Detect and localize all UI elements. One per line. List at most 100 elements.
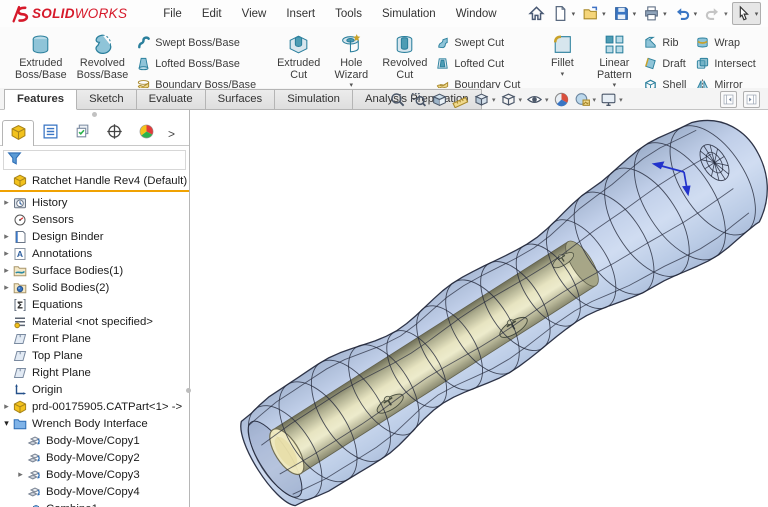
tree-item-right-plane[interactable]: Right Plane xyxy=(0,364,189,381)
tree-item-history[interactable]: ▸ History xyxy=(0,194,189,211)
zoom-to-area-button[interactable] xyxy=(409,90,428,109)
tree-item-equations[interactable]: Σ Equations xyxy=(0,296,189,313)
menu-item-view[interactable]: View xyxy=(232,4,277,24)
redo-button[interactable]: ▾ xyxy=(701,2,731,25)
tab-simulation[interactable]: Simulation xyxy=(275,89,353,110)
linear-pattern-button[interactable]: Linear Pattern ▾ xyxy=(588,30,640,89)
expand-toggle-icon[interactable]: ▸ xyxy=(0,401,13,412)
lofted-boss-base-button[interactable]: Lofted Boss/Base xyxy=(133,53,262,74)
ratchet-handle-3d-model[interactable] xyxy=(190,110,768,507)
dropdown-arrow-icon[interactable]: ▾ xyxy=(755,10,759,18)
revolved-boss-base-button[interactable]: Revolved Boss/Base xyxy=(72,30,134,86)
undo-button[interactable]: ▾ xyxy=(671,2,701,25)
tree-item-body-move-copy3[interactable]: ▸ Body-Move/Copy3 xyxy=(0,466,189,483)
view-orientation-button[interactable]: ▾ xyxy=(472,90,497,109)
dropdown-arrow-icon[interactable]: ▾ xyxy=(633,10,637,18)
display-style-button[interactable]: ▾ xyxy=(499,90,524,109)
tree-item-prd-00175905-catpart-1[interactable]: ▸ prd-00175905.CATPart<1> -> xyxy=(0,398,189,415)
tree-filter-input[interactable] xyxy=(3,150,186,170)
revolved-cut-button[interactable]: Revolved Cut xyxy=(377,30,432,86)
extruded-cut-button[interactable]: Extruded Cut xyxy=(272,30,325,86)
expand-toggle-icon[interactable]: ▸ xyxy=(0,248,13,259)
expand-toggle-icon[interactable]: ▸ xyxy=(0,282,13,293)
draft-button[interactable]: Draft xyxy=(640,53,692,74)
dropdown-arrow-icon[interactable]: ▾ xyxy=(724,10,728,18)
swept-cut-button[interactable]: Swept Cut xyxy=(432,32,526,53)
dropdown-arrow-icon[interactable]: ▾ xyxy=(593,96,597,104)
view-settings-button[interactable]: ▾ xyxy=(599,90,624,109)
dropdown-arrow-icon[interactable]: ▾ xyxy=(545,96,549,104)
rebuild-traffic-light-button[interactable] xyxy=(762,2,768,25)
wrap-button[interactable]: Wrap xyxy=(692,32,761,53)
panel-tab-configuration-manager[interactable] xyxy=(66,119,98,145)
edit-appearance-button[interactable] xyxy=(552,90,571,109)
tab-sketch[interactable]: Sketch xyxy=(77,89,137,110)
tree-item-body-move-copy2[interactable]: Body-Move/Copy2 xyxy=(0,449,189,466)
tab-evaluate[interactable]: Evaluate xyxy=(136,89,206,110)
panel-splitter-grip[interactable] xyxy=(186,388,191,393)
dropdown-arrow-icon[interactable]: ▾ xyxy=(519,96,523,104)
tree-item-annotations[interactable]: ▸ A Annotations xyxy=(0,245,189,262)
tab-features[interactable]: Features xyxy=(4,89,78,110)
panel-tab-featuremanager-design-tree[interactable] xyxy=(2,120,34,146)
zoom-to-fit-button[interactable] xyxy=(388,90,407,109)
section-view-button[interactable] xyxy=(430,90,449,109)
tab-surfaces[interactable]: Surfaces xyxy=(205,89,276,110)
tree-item-origin[interactable]: Origin xyxy=(0,381,189,398)
tree-item-solid-bodies-2[interactable]: ▸ Solid Bodies(2) xyxy=(0,279,189,296)
tree-item-material-not-specified[interactable]: Material <not specified> xyxy=(0,313,189,330)
tree-item-body-move-copy4[interactable]: Body-Move/Copy4 xyxy=(0,483,189,500)
hole-wizard-button[interactable]: Hole Wizard ▾ xyxy=(325,30,377,89)
home-button[interactable] xyxy=(525,2,548,25)
expand-toggle-icon[interactable]: ▸ xyxy=(14,469,27,480)
tree-item-sensors[interactable]: Sensors xyxy=(0,211,189,228)
expand-toggle-icon[interactable]: ▾ xyxy=(0,418,13,429)
panel-top-splitter-grip[interactable] xyxy=(92,112,97,117)
menu-item-tools[interactable]: Tools xyxy=(325,4,372,24)
expand-toggle-icon[interactable]: ▸ xyxy=(0,231,13,242)
swept-boss-base-button[interactable]: Swept Boss/Base xyxy=(133,32,262,53)
menu-item-simulation[interactable]: Simulation xyxy=(372,4,446,24)
tree-item-design-binder[interactable]: ▸ Design Binder xyxy=(0,228,189,245)
dropdown-arrow-icon[interactable]: ▾ xyxy=(663,10,667,18)
select-button[interactable]: ▾ xyxy=(731,2,762,25)
dropdown-arrow-icon[interactable]: ▾ xyxy=(694,10,698,18)
print-button[interactable]: ▾ xyxy=(640,2,670,25)
extruded-boss-base-button[interactable]: Extruded Boss/Base xyxy=(10,30,72,86)
menu-item-edit[interactable]: Edit xyxy=(192,4,232,24)
panel-tab-display-manager[interactable] xyxy=(130,119,162,145)
intersect-button[interactable]: Intersect xyxy=(692,53,761,74)
tree-item-surface-bodies-1[interactable]: ▸ Surface Bodies(1) xyxy=(0,262,189,279)
dropdown-arrow-icon[interactable]: ▾ xyxy=(561,71,565,78)
lofted-cut-button[interactable]: Lofted Cut xyxy=(432,53,526,74)
dropdown-arrow-icon[interactable]: ▾ xyxy=(602,10,606,18)
open-button[interactable]: ▾ xyxy=(579,2,609,25)
menu-item-file[interactable]: File xyxy=(153,4,192,24)
collapse-right-button[interactable] xyxy=(743,91,760,108)
dynamic-annotation-views-button[interactable] xyxy=(451,90,470,109)
tree-item-combine1[interactable]: Combine1 xyxy=(0,500,189,507)
menu-item-insert[interactable]: Insert xyxy=(276,4,325,24)
dropdown-arrow-icon[interactable]: ▾ xyxy=(572,10,576,18)
dropdown-arrow-icon[interactable]: ▾ xyxy=(492,96,496,104)
panel-tab-property-manager[interactable] xyxy=(34,119,66,145)
dropdown-arrow-icon[interactable]: ▾ xyxy=(619,96,623,104)
tree-item-top-plane[interactable]: Top Plane xyxy=(0,347,189,364)
panel-tab-dimxpert-manager[interactable] xyxy=(98,119,130,145)
tree-item-wrench-body-interface[interactable]: ▾ Wrench Body Interface xyxy=(0,415,189,432)
expand-toggle-icon[interactable]: ▸ xyxy=(0,197,13,208)
tree-item-body-move-copy1[interactable]: Body-Move/Copy1 xyxy=(0,432,189,449)
save-button[interactable]: ▾ xyxy=(610,2,640,25)
tree-item-front-plane[interactable]: Front Plane xyxy=(0,330,189,347)
hide-show-items-button[interactable]: ▾ xyxy=(525,90,550,109)
panel-tabs-expand-arrow[interactable]: > xyxy=(168,127,175,145)
expand-toggle-icon[interactable]: ▸ xyxy=(0,265,13,276)
tree-root-item[interactable]: Ratchet Handle Rev4 (Default) <<Default xyxy=(0,172,189,189)
collapse-left-button[interactable] xyxy=(720,91,737,108)
menu-item-window[interactable]: Window xyxy=(446,4,507,24)
new-document-button[interactable]: ▾ xyxy=(549,2,579,25)
graphics-viewport[interactable] xyxy=(190,110,768,507)
apply-scene-button[interactable]: ▾ xyxy=(573,90,598,109)
fillet-button[interactable]: Fillet ▾ xyxy=(536,30,588,86)
rib-button[interactable]: Rib xyxy=(640,32,692,53)
